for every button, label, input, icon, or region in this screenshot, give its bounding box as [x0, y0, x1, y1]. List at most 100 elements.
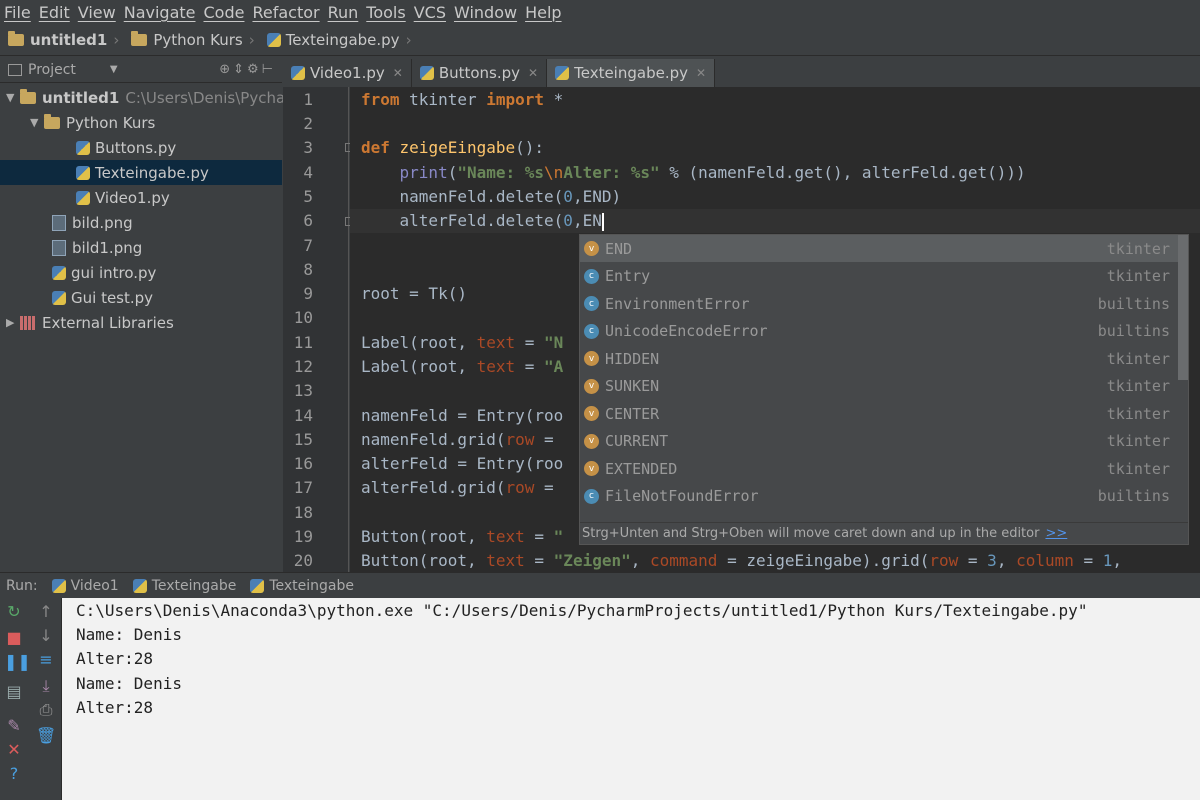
class-icon: c [584, 296, 599, 311]
completion-item[interactable]: v END tkinter [580, 235, 1188, 262]
pin-icon[interactable]: ✎ [4, 716, 24, 735]
run-label: Run: [6, 577, 38, 594]
library-icon [20, 315, 36, 330]
line-number: 13 [293, 381, 313, 400]
tree-item-untitled1[interactable]: ▼ untitled1 C:\Users\Denis\Pychar [6, 85, 291, 110]
text-caret [601, 212, 604, 231]
pause-icon[interactable]: ❚❚ [4, 652, 31, 671]
tree-item-external-libraries[interactable]: ▶ External Libraries [6, 310, 174, 335]
image-file-icon [52, 214, 66, 231]
settings-gear-icon[interactable]: ⚙ [247, 62, 262, 77]
tree-item-gui-test-py[interactable]: Gui test.py [52, 285, 153, 310]
trash-icon[interactable]: 🗑 [36, 726, 56, 745]
run-tool-bar: Run: Video1 Texteingabe Texteingabe [0, 572, 1200, 598]
arrow-down-icon[interactable]: ↓ [36, 626, 56, 645]
tab-video1[interactable]: Video1.py ✕ [283, 59, 412, 87]
line-number: 17 [293, 478, 313, 497]
breadcrumb-item-folder[interactable]: Python Kurs › [131, 30, 255, 49]
hide-icon[interactable]: ⊢ [262, 62, 276, 77]
restore-layout-icon[interactable]: ▤ [4, 682, 24, 701]
expand-arrow-icon[interactable]: ▶ [6, 316, 20, 329]
completion-item[interactable]: v SUNKEN tkinter [580, 373, 1188, 400]
breadcrumb-item-file[interactable]: Texteingabe.py › [266, 31, 412, 49]
python-file-icon [555, 66, 570, 80]
menu-navigate[interactable]: Navigate [124, 3, 196, 22]
code-line-19: Button(root, text = " [361, 527, 564, 546]
run-tab-video1[interactable]: Video1 [51, 578, 119, 594]
print-icon[interactable]: ⎙ [36, 700, 56, 720]
tree-item-video1-py[interactable]: Video1.py [76, 185, 170, 210]
run-tab-texteingabe-2[interactable]: Texteingabe [250, 578, 354, 594]
class-icon: c [584, 488, 599, 504]
menu-view[interactable]: View [78, 3, 116, 22]
scroll-to-end-icon[interactable]: ⤓ [36, 676, 56, 696]
close-icon[interactable]: ✕ [696, 66, 706, 80]
menu-window[interactable]: Window [454, 3, 517, 22]
completion-item[interactable]: c UnicodeEncodeError builtins [580, 318, 1188, 345]
completion-item[interactable]: c FileNotFoundError builtins [580, 483, 1188, 510]
breadcrumb: untitled1 › Python Kurs › Texteingabe.py › [0, 24, 1200, 56]
completion-item[interactable]: c EnvironmentError builtins [580, 290, 1188, 317]
dropdown-arrow-icon[interactable]: ▼ [110, 64, 118, 75]
menu-vcs[interactable]: VCS [414, 3, 446, 22]
tab-buttons[interactable]: Buttons.py ✕ [412, 59, 548, 87]
tree-item-python-kurs[interactable]: ▼ Python Kurs [30, 110, 155, 135]
help-icon[interactable]: ? [4, 764, 24, 783]
run-console[interactable]: C:\Users\Denis\Anaconda3\python.exe "C:/… [62, 598, 1200, 800]
soft-wrap-icon[interactable]: ≡ [36, 650, 56, 669]
rerun-icon[interactable]: ↻ [4, 602, 24, 621]
python-file-icon [250, 578, 265, 593]
line-number: 3 [303, 138, 313, 157]
arrow-up-icon[interactable]: ↑ [36, 602, 56, 621]
project-view-dropdown[interactable]: Project [28, 62, 76, 78]
breadcrumb-item-project[interactable]: untitled1 › [8, 30, 119, 49]
code-line-16: alterFeld = Entry(roo [361, 454, 564, 473]
code-line-1: from tkinter import * [361, 90, 564, 109]
tree-item-texteingabe-py[interactable]: Texteingabe.py [0, 160, 282, 185]
completion-scrollbar[interactable] [1178, 235, 1188, 380]
hint-more-link[interactable]: >> [1045, 526, 1067, 541]
completion-item[interactable]: v CENTER tkinter [580, 400, 1188, 427]
menu-run[interactable]: Run [328, 3, 359, 22]
tab-texteingabe[interactable]: Texteingabe.py ✕ [547, 59, 716, 87]
close-icon[interactable]: ✕ [528, 66, 538, 80]
menu-help[interactable]: Help [525, 3, 561, 22]
menu-code[interactable]: Code [204, 3, 245, 22]
editor-tabs: Video1.py ✕ Buttons.py ✕ Texteingabe.py … [283, 57, 1200, 87]
expand-arrow-icon[interactable]: ▼ [30, 116, 44, 129]
collapse-all-icon[interactable]: ⇕ [233, 62, 247, 77]
close-icon[interactable]: ✕ [393, 66, 403, 80]
expand-arrow-icon[interactable]: ▼ [6, 91, 20, 104]
line-number: 4 [303, 163, 313, 182]
line-number: 15 [293, 430, 313, 449]
line-number: 9 [303, 284, 313, 303]
variable-icon: v [584, 406, 599, 421]
menu-file[interactable]: File [4, 3, 31, 22]
completion-item[interactable]: v EXTENDED tkinter [580, 455, 1188, 482]
code-line-5: namenFeld.delete(0,END) [361, 187, 622, 206]
menu-refactor[interactable]: Refactor [252, 3, 319, 22]
completion-item[interactable]: c Entry tkinter [580, 263, 1188, 290]
tree-item-bild-png[interactable]: bild.png [52, 210, 133, 235]
completion-item[interactable]: v CURRENT tkinter [580, 428, 1188, 455]
tree-item-buttons-py[interactable]: Buttons.py [76, 135, 176, 160]
tree-item-bild1-png[interactable]: bild1.png [52, 235, 142, 260]
editor-gutter: 1 2 3 4 5 6 7 8 9 10 11 12 13 14 15 16 1… [283, 87, 354, 572]
run-toolbar: ↻ ■ ❚❚ ▤ ✎ ✕ ? ↑ ↓ ≡ ⤓ ⎙ 🗑 [0, 598, 62, 800]
stop-icon[interactable]: ■ [4, 628, 24, 647]
completion-item[interactable]: v HIDDEN tkinter [580, 345, 1188, 372]
run-tab-texteingabe-1[interactable]: Texteingabe [132, 578, 236, 594]
line-number: 6 [303, 211, 313, 230]
code-line-15: namenFeld.grid(row = [361, 430, 554, 449]
close-icon[interactable]: ✕ [4, 740, 24, 759]
console-line: Name: Denis [76, 625, 182, 644]
python-file-icon [52, 265, 66, 280]
menu-tools[interactable]: Tools [366, 3, 405, 22]
line-number: 18 [293, 503, 313, 522]
python-file-icon [76, 140, 90, 155]
tree-item-gui-intro-py[interactable]: gui intro.py [52, 260, 156, 285]
scroll-from-source-icon[interactable]: ⊕ [219, 62, 233, 77]
code-line-20: Button(root, text = "Zeigen", command = … [361, 551, 1123, 570]
menu-edit[interactable]: Edit [39, 3, 70, 22]
line-number: 8 [303, 260, 313, 279]
